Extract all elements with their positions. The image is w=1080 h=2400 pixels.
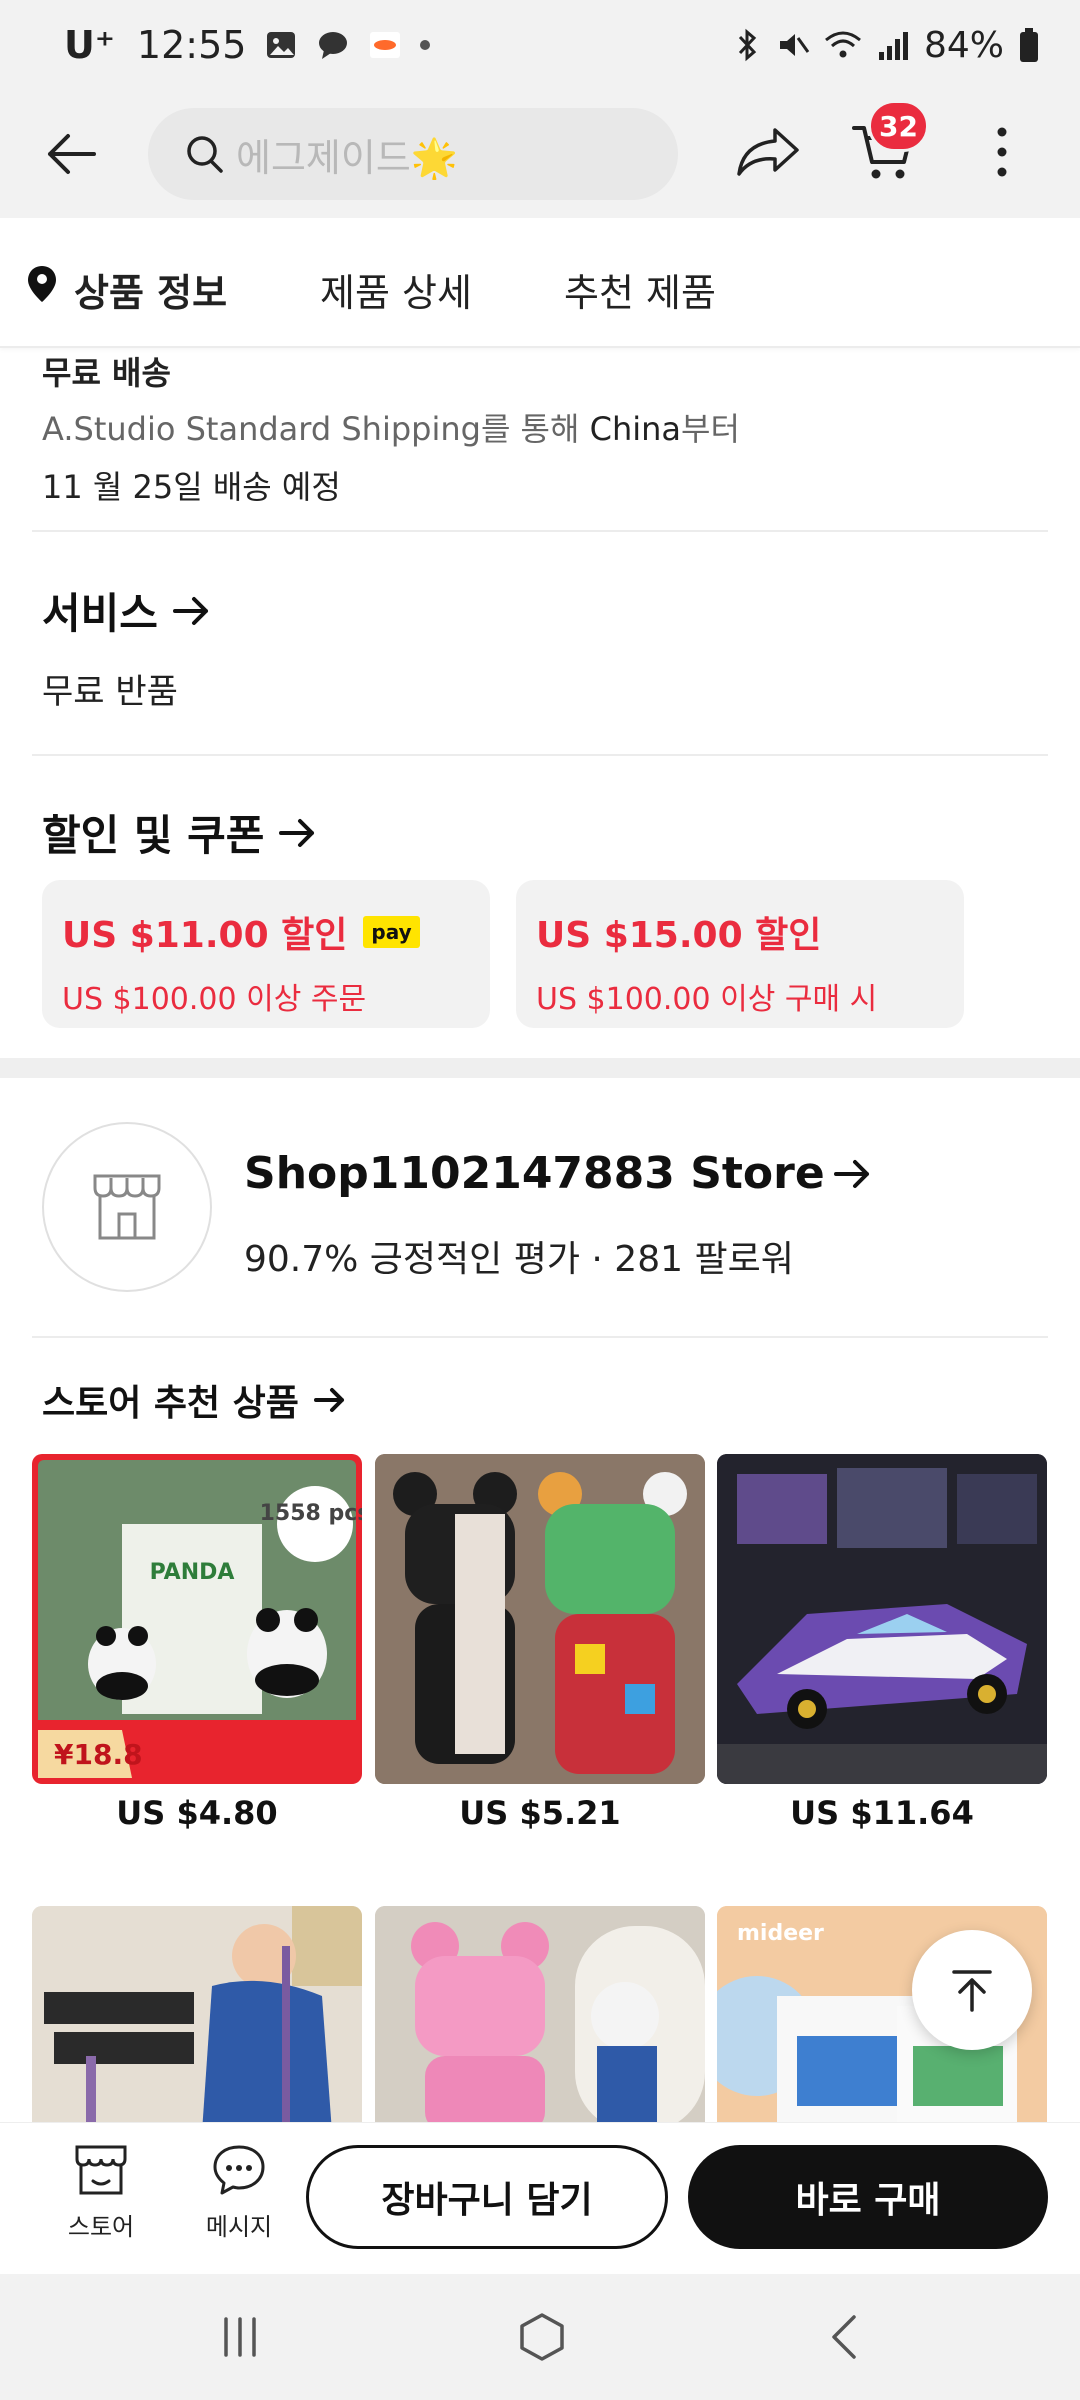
arrow-left-icon <box>48 134 96 174</box>
store-avatar[interactable] <box>42 1122 212 1292</box>
shipping-method-suffix: 부터 <box>681 410 740 448</box>
piece-count-badge: 1558 pcs <box>260 1501 362 1526</box>
storefront-icon <box>93 1174 161 1240</box>
delivery-estimate: 11 월 25일 배송 예정 <box>42 468 341 506</box>
more-vertical-icon <box>997 127 1007 177</box>
coupon-title: US $15.00 할인 <box>536 915 822 956</box>
mute-icon <box>779 34 810 56</box>
battery-icon <box>1020 28 1038 62</box>
store-recommended-title: 스토어 추천 상품 <box>42 1383 299 1424</box>
chevron-left-icon <box>832 2315 856 2359</box>
store-name: Shop1102147883 Store <box>244 1148 825 1199</box>
product-image <box>32 1906 362 2132</box>
chat-bubble-icon <box>319 32 348 59</box>
message-icon <box>213 2145 265 2195</box>
wifi-icon <box>825 31 861 58</box>
share-icon <box>737 128 799 176</box>
share-button[interactable] <box>732 116 804 188</box>
message-label: 메시지 <box>205 2213 273 2241</box>
carrier-label: U⁺ <box>64 23 115 67</box>
divider <box>32 1336 1048 1338</box>
coupon-title: US $11.00 할인 <box>62 915 348 956</box>
price-tag: ¥18.8 <box>54 1738 143 1771</box>
box-label: PANDA <box>150 1560 235 1585</box>
divider <box>32 754 1048 756</box>
arrow-right-icon <box>172 596 208 625</box>
bluetooth-icon <box>738 28 757 62</box>
product-price: US $4.80 <box>116 1794 278 1832</box>
store-name-link[interactable]: Shop1102147883 Store <box>244 1148 873 1199</box>
cart-count-badge: 32 <box>868 100 929 152</box>
arrow-to-top-icon <box>952 1970 992 2012</box>
store-button[interactable]: 스토어 <box>46 2143 156 2242</box>
product-price: US $5.21 <box>459 1794 621 1832</box>
shipping-method-prefix: A.Studio Standard Shipping를 통해 <box>42 410 590 448</box>
product-card[interactable] <box>32 1906 362 2132</box>
system-nav-bar <box>0 2274 1080 2400</box>
battery-percent: 84% <box>923 24 1004 66</box>
system-back-button[interactable] <box>804 2304 884 2370</box>
store-label: 스토어 <box>67 2213 135 2241</box>
tab-recommended[interactable]: 추천 제품 <box>564 262 716 317</box>
services-header[interactable]: 서비스 <box>42 580 212 641</box>
gallery-icon <box>267 32 296 58</box>
bottom-action-bar: 스토어 메시지 장바구니 담기 바로 구매 <box>0 2122 1080 2274</box>
pay-badge-icon: pay <box>363 916 420 948</box>
services-title: 서비스 <box>42 589 158 638</box>
product-card[interactable] <box>375 1454 705 1784</box>
store-rating: 90.7% 긍정적인 평가 · 281 팔로워 <box>244 1239 794 1280</box>
arrow-right-icon <box>279 818 315 847</box>
back-button[interactable] <box>36 118 108 190</box>
search-input[interactable]: 에그제이드🌟 <box>148 108 678 200</box>
location-pin-icon <box>28 266 56 302</box>
message-button[interactable]: 메시지 <box>184 2143 294 2242</box>
home-icon <box>520 2313 564 2361</box>
divider <box>32 530 1048 532</box>
product-image: PANDA 1558 pcs ¥18.8 <box>38 1460 362 1778</box>
product-image <box>717 1454 1047 1784</box>
product-card[interactable] <box>717 1454 1047 1784</box>
product-card[interactable]: PANDA 1558 pcs ¥18.8 <box>32 1454 362 1784</box>
coupon-card[interactable]: US $11.00 할인 pay US $100.00 이상 주문 <box>42 880 490 1028</box>
shipping-title: 무료 배송 <box>42 354 171 392</box>
product-card[interactable] <box>375 1906 705 2132</box>
shipping-method: A.Studio Standard Shipping를 통해 China부터 <box>42 404 740 450</box>
store-icon <box>75 2145 127 2195</box>
tab-product-detail[interactable]: 제품 상세 <box>320 262 472 317</box>
coupon-condition: US $100.00 이상 구매 시 <box>536 982 878 1017</box>
brand-label: mideer <box>737 1921 824 1946</box>
coupon-condition: US $100.00 이상 주문 <box>62 982 367 1017</box>
section-tabs: 상품 정보 제품 상세 추천 제품 <box>0 218 1080 348</box>
recent-apps-button[interactable] <box>200 2304 280 2370</box>
app-notification-icon <box>370 32 401 58</box>
recent-apps-icon <box>224 2317 256 2357</box>
product-image <box>375 1454 705 1784</box>
store-recommended-header[interactable]: 스토어 추천 상품 <box>42 1374 347 1426</box>
status-time: 12:55 <box>136 23 247 67</box>
service-item: 무료 반품 <box>42 672 178 712</box>
home-button[interactable] <box>502 2304 582 2370</box>
buy-now-button[interactable]: 바로 구매 <box>688 2145 1048 2249</box>
tab-product-info[interactable]: 상품 정보 <box>74 262 227 317</box>
coupons-header[interactable]: 할인 및 쿠폰 <box>42 802 318 863</box>
add-to-cart-button[interactable]: 장바구니 담기 <box>306 2145 668 2249</box>
signal-icon <box>878 32 908 60</box>
top-bar: 에그제이드🌟 32 <box>0 90 1080 218</box>
product-image <box>375 1906 705 2132</box>
more-notifications-dot <box>420 40 431 50</box>
section-separator <box>0 1058 1080 1078</box>
shipping-origin: China <box>589 410 682 448</box>
search-placeholder: 에그제이드🌟 <box>236 135 459 180</box>
search-icon <box>187 136 223 173</box>
status-bar: U⁺ 12:55 84% <box>0 0 1080 90</box>
coupons-title: 할인 및 쿠폰 <box>42 811 265 860</box>
scroll-to-top-button[interactable] <box>912 1930 1032 2050</box>
more-options-button[interactable] <box>976 116 1028 188</box>
product-price: US $11.64 <box>790 1794 974 1832</box>
coupon-card[interactable]: US $15.00 할인 US $100.00 이상 구매 시 <box>516 880 964 1028</box>
arrow-right-icon <box>833 1159 869 1188</box>
arrow-right-icon <box>313 1388 344 1412</box>
